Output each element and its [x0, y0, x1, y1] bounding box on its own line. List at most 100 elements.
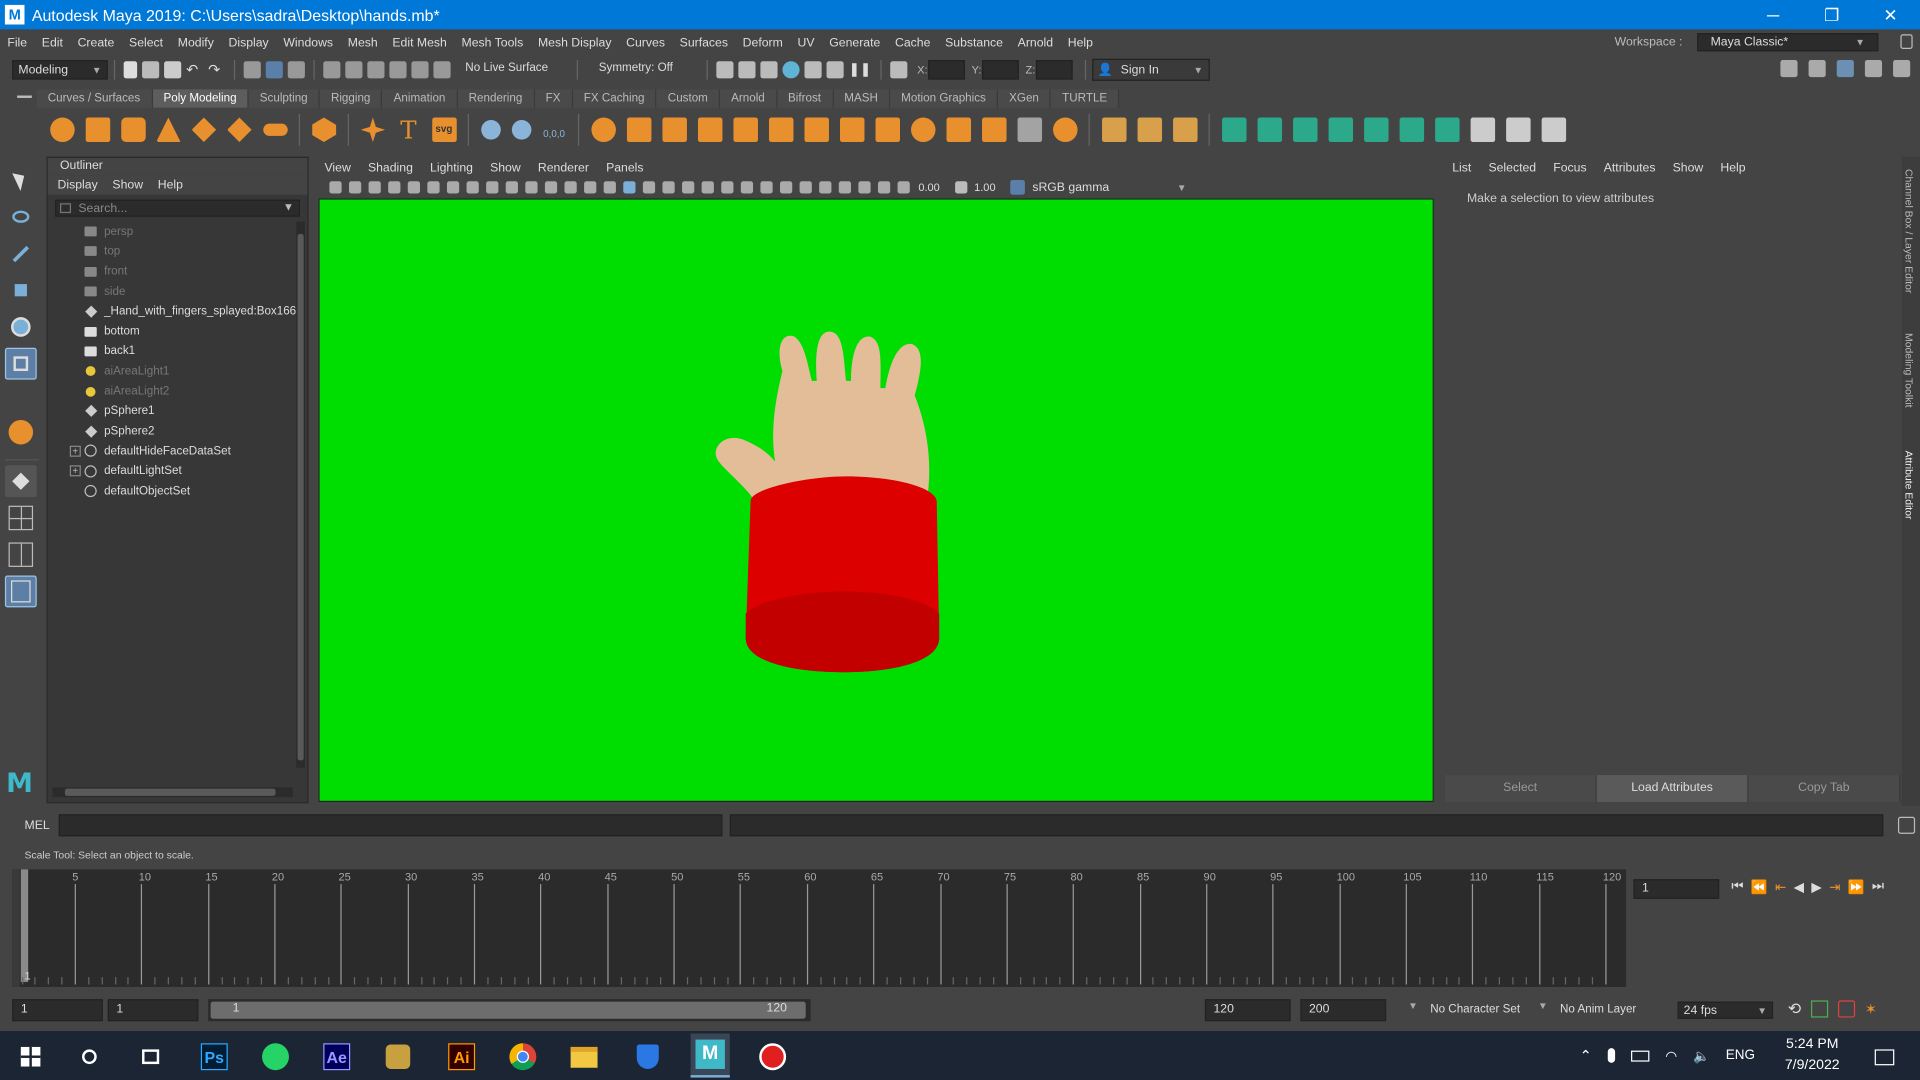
volume-icon[interactable]: 🔈 [1693, 1048, 1710, 1064]
menu-uv[interactable]: UV [790, 36, 822, 49]
persp-outliner-layout-icon[interactable] [5, 539, 37, 571]
select-button[interactable]: Select [1444, 775, 1597, 803]
menu-help[interactable]: Help [1060, 36, 1100, 49]
viewport-menu-renderer[interactable]: Renderer [538, 161, 589, 174]
shadows-icon[interactable] [721, 181, 734, 194]
attribute-menu-focus[interactable]: Focus [1553, 161, 1586, 174]
planar-map-icon[interactable] [1256, 117, 1282, 143]
snap-view-icon[interactable] [389, 61, 407, 79]
x-coord-field[interactable] [927, 60, 965, 80]
attribute-editor-tab[interactable]: Attribute Editor [1903, 451, 1915, 520]
shelf-tab-xgen[interactable]: XGen [998, 89, 1052, 108]
viewport-menu-shading[interactable]: Shading [368, 161, 413, 174]
quad-draw-icon[interactable] [1016, 117, 1042, 143]
target-weld-icon[interactable] [1052, 117, 1077, 143]
last-tool-used-icon[interactable] [5, 416, 37, 448]
wifi-icon[interactable]: ◠ [1665, 1048, 1677, 1064]
outliner-search[interactable]: Search... ▼ [55, 199, 300, 217]
save-scene-icon[interactable] [164, 61, 182, 79]
outliner-item[interactable]: aiAreaLight1 [48, 361, 308, 381]
wireframe-icon[interactable] [603, 181, 616, 194]
minimize-button[interactable]: ─ [1744, 0, 1803, 29]
step-back-key-icon[interactable]: ⏪ [1751, 879, 1768, 895]
freeze-transform-icon[interactable] [511, 120, 531, 140]
poly-disc-icon[interactable] [262, 123, 288, 136]
separate-icon[interactable] [626, 117, 651, 143]
perspective-viewport[interactable] [318, 198, 1434, 803]
step-back-frame-icon[interactable]: ⇤ [1775, 879, 1786, 895]
bookmark-icon[interactable] [388, 181, 401, 194]
x-ray-joints-icon[interactable] [701, 181, 714, 194]
defender-icon[interactable] [629, 1038, 666, 1075]
step-forward-key-icon[interactable]: ⏩ [1848, 879, 1865, 895]
color-space-dropdown[interactable]: sRGB gamma ▼ [1027, 178, 1192, 196]
poly-plane-icon[interactable] [227, 117, 252, 143]
lock-camera-icon[interactable] [348, 181, 362, 194]
modeling-toolkit-tab[interactable]: Modeling Toolkit [1903, 333, 1915, 407]
poly-torus-icon[interactable] [191, 117, 217, 143]
menu-cache[interactable]: Cache [888, 36, 938, 49]
snap-rotate-icon[interactable] [433, 61, 451, 79]
cylindrical-map-icon[interactable] [1292, 117, 1317, 143]
current-frame-field[interactable]: 1 [1633, 879, 1720, 899]
rotate-tool-icon[interactable] [5, 311, 37, 343]
poly-sphere-icon[interactable] [49, 117, 75, 143]
time-slider[interactable]: 1 5 10 15 20 25 30 35 40 45 50 55 60 65 70 75 80 85 90 95 1… [12, 869, 1627, 987]
play-backward-icon[interactable]: ◀ [1794, 879, 1804, 895]
select-hierarchy-icon[interactable] [243, 61, 261, 79]
reset-transform-icon[interactable]: 0,0,0 [542, 118, 566, 142]
lasso-tool-icon[interactable] [5, 201, 37, 233]
bridge-icon[interactable] [803, 117, 829, 143]
gamma-value[interactable]: 1.00 [974, 181, 995, 193]
auto-key-icon[interactable] [1810, 1000, 1829, 1018]
search-icon[interactable] [71, 1038, 108, 1075]
loop-icon[interactable]: ⟲ [1788, 999, 1801, 1019]
shelf-menu-icon[interactable] [17, 95, 32, 98]
menu-modify[interactable]: Modify [170, 36, 221, 49]
outliner-item[interactable]: pSphere2 [48, 421, 308, 441]
fill-hole-icon[interactable] [874, 117, 900, 143]
hand-model[interactable] [715, 331, 940, 673]
attribute-menu-attributes[interactable]: Attributes [1604, 161, 1656, 174]
shelf-tab-fx[interactable]: FX [534, 89, 573, 108]
script-editor-icon[interactable] [1897, 816, 1916, 834]
multi-cut-icon[interactable] [1101, 117, 1126, 143]
channel-box-toggle-icon[interactable] [1893, 60, 1911, 78]
outliner-vscrollbar[interactable] [296, 221, 305, 768]
lock-icon[interactable] [1900, 34, 1913, 49]
menu-substance[interactable]: Substance [938, 36, 1011, 49]
redo-icon[interactable]: ↷ [208, 61, 225, 78]
shelf-tab-arnold[interactable]: Arnold [720, 89, 778, 108]
x-ray-icon[interactable] [682, 181, 695, 194]
anti-aliasing-icon[interactable] [780, 181, 793, 194]
smooth-icon[interactable] [661, 117, 687, 143]
2d-pan-zoom-icon[interactable] [427, 181, 440, 194]
start-time-field[interactable]: 1 [12, 999, 103, 1022]
bevel-icon[interactable] [839, 117, 864, 143]
safe-action-icon[interactable] [564, 181, 577, 194]
create-shell-icon[interactable] [1541, 117, 1566, 143]
merge-icon[interactable] [945, 117, 971, 143]
outliner-item[interactable]: pSphere1 [48, 401, 308, 421]
camera-attributes-icon[interactable] [368, 181, 381, 194]
outliner-item[interactable]: side [48, 281, 308, 301]
poly-cylinder-icon[interactable] [120, 117, 146, 143]
mel-label[interactable]: MEL [24, 819, 58, 832]
safe-title-icon[interactable] [584, 181, 597, 194]
menu-file[interactable]: File [0, 36, 34, 49]
shelf-tab-mash[interactable]: MASH [833, 89, 891, 108]
combine-icon[interactable] [590, 117, 616, 143]
paint-select-tool-icon[interactable] [5, 238, 37, 270]
outliner-item[interactable]: _Hand_with_fingers_splayed:Box1666 [48, 301, 308, 321]
smooth-shade-icon[interactable] [623, 181, 636, 194]
menu-generate[interactable]: Generate [822, 36, 888, 49]
expand-icon[interactable]: + [69, 465, 81, 477]
microphone-icon[interactable] [1607, 1048, 1616, 1063]
select-object-icon[interactable] [265, 61, 283, 79]
shelf-tab-bifrost[interactable]: Bifrost [777, 89, 834, 108]
attribute-menu-help[interactable]: Help [1720, 161, 1745, 174]
anim-layer-dropdown[interactable]: No Anim Layer [1560, 1003, 1636, 1016]
exposure-icon[interactable] [897, 181, 910, 194]
wireframe-on-shaded-icon[interactable] [662, 181, 675, 194]
outliner-item[interactable]: persp [48, 222, 308, 242]
